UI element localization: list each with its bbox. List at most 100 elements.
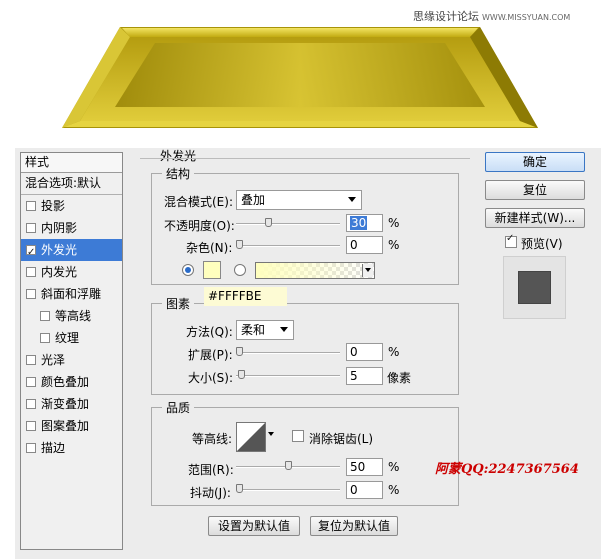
author-annotation: 阿蒙QQ:2247367564 [435, 462, 579, 477]
noise-label: 杂色(N): [186, 241, 233, 255]
size-slider[interactable] [236, 375, 340, 377]
noise-slider-thumb[interactable] [236, 240, 243, 249]
style-item-checkbox[interactable] [26, 355, 36, 365]
blend-mode-select[interactable]: 叠加 [236, 190, 362, 210]
panel-title: 外发光 [160, 149, 197, 163]
style-item[interactable]: 内阴影 [21, 217, 122, 239]
panel-title-rule [140, 158, 470, 159]
set-default-button[interactable]: 设置为默认值 [208, 516, 300, 536]
style-item[interactable]: 描边 [21, 437, 122, 459]
blending-options-item[interactable]: 混合选项:默认 [21, 173, 122, 195]
style-item-checkbox[interactable] [26, 399, 36, 409]
style-item[interactable]: 投影 [21, 195, 122, 217]
style-item[interactable]: 纹理 [21, 327, 122, 349]
noise-field[interactable]: 0 [346, 236, 383, 254]
style-item-label: 内发光 [41, 265, 78, 279]
size-slider-thumb[interactable] [237, 370, 245, 379]
style-item-label: 光泽 [41, 353, 66, 367]
gold-bevel-artwork [62, 27, 538, 128]
opacity-field[interactable]: 30 [346, 214, 383, 232]
style-preview [503, 256, 566, 319]
chevron-down-icon [280, 327, 288, 332]
style-item[interactable]: 光泽 [21, 349, 122, 371]
style-item[interactable]: 图案叠加 [21, 415, 122, 437]
size-label: 大小(S): [188, 371, 234, 385]
style-item-label: 渐变叠加 [41, 397, 90, 411]
chevron-down-icon [365, 268, 371, 272]
style-item-label: 描边 [41, 441, 66, 455]
style-item[interactable]: 颜色叠加 [21, 371, 122, 393]
style-items: 投影内阴影外发光内发光斜面和浮雕等高线纹理光泽颜色叠加渐变叠加图案叠加描边 [21, 195, 122, 459]
spread-slider[interactable] [236, 352, 340, 354]
style-item-label: 斜面和浮雕 [41, 287, 102, 301]
gradient-dropdown-button[interactable] [362, 264, 373, 277]
jitter-unit: % [388, 483, 400, 497]
reset-button[interactable]: 复位 [485, 180, 585, 200]
style-item-checkbox[interactable] [26, 223, 36, 233]
style-item-label: 图案叠加 [41, 419, 90, 433]
spread-unit: % [388, 345, 400, 359]
jitter-slider[interactable] [236, 489, 340, 491]
spread-slider-thumb[interactable] [236, 347, 243, 356]
new-style-button[interactable]: 新建样式(W)... [485, 208, 585, 228]
opacity-slider[interactable] [236, 223, 340, 225]
color-radio[interactable] [182, 264, 194, 276]
blend-mode-label: 混合模式(E): [164, 195, 233, 209]
spread-label: 扩展(P): [188, 348, 233, 362]
noise-slider[interactable] [236, 245, 340, 247]
elements-legend: 图素 [162, 295, 195, 312]
preview-label: 预览(V) [521, 237, 563, 251]
preview-swatch [518, 271, 551, 304]
style-item[interactable]: 外发光 [21, 239, 122, 264]
gradient-radio[interactable] [234, 264, 246, 276]
opacity-slider-thumb[interactable] [265, 218, 273, 227]
reset-default-button[interactable]: 复位为默认值 [310, 516, 398, 536]
antialias-checkbox[interactable] [292, 430, 304, 442]
opacity-unit: % [388, 216, 400, 230]
style-item-checkbox[interactable] [40, 333, 50, 343]
style-item[interactable]: 斜面和浮雕 [21, 283, 122, 305]
style-item-checkbox[interactable] [26, 421, 36, 431]
style-item-label: 等高线 [55, 309, 92, 323]
gradient-picker[interactable] [255, 262, 375, 279]
technique-value: 柔和 [241, 323, 266, 337]
style-item-checkbox[interactable] [40, 311, 50, 321]
style-item-checkbox[interactable] [26, 377, 36, 387]
range-field[interactable]: 50 [346, 458, 383, 476]
style-item[interactable]: 内发光 [21, 261, 122, 283]
opacity-label: 不透明度(O): [164, 219, 235, 233]
style-item-checkbox[interactable] [26, 242, 36, 264]
preview-checkbox[interactable] [505, 233, 517, 248]
noise-unit: % [388, 238, 400, 252]
ok-button[interactable]: 确定 [485, 152, 585, 172]
style-item[interactable]: 等高线 [21, 305, 122, 327]
technique-label: 方法(Q): [186, 325, 233, 339]
style-item-label: 投影 [41, 199, 66, 213]
style-item-checkbox[interactable] [26, 267, 36, 277]
range-slider-thumb[interactable] [284, 461, 292, 470]
jitter-field[interactable]: 0 [346, 481, 383, 499]
style-list: 样式 混合选项:默认 投影内阴影外发光内发光斜面和浮雕等高线纹理光泽颜色叠加渐变… [20, 152, 123, 550]
size-field[interactable]: 5 [346, 367, 383, 385]
style-list-header: 样式 [21, 153, 122, 173]
style-item-label: 纹理 [55, 331, 80, 345]
style-item-checkbox[interactable] [26, 201, 36, 211]
structure-legend: 结构 [162, 165, 195, 182]
style-item[interactable]: 渐变叠加 [21, 393, 122, 415]
spread-field[interactable]: 0 [346, 343, 383, 361]
jitter-label: 抖动(J): [190, 486, 231, 500]
glow-color-swatch[interactable] [203, 261, 221, 279]
technique-select[interactable]: 柔和 [236, 320, 294, 340]
range-unit: % [388, 460, 400, 474]
blend-mode-value: 叠加 [241, 193, 266, 207]
chevron-down-icon[interactable] [268, 432, 274, 436]
jitter-slider-thumb[interactable] [236, 484, 243, 493]
contour-preview[interactable] [236, 422, 266, 452]
watermark: 思缘设计论坛 WWW.MISSYUAN.COM [413, 10, 571, 23]
style-item-checkbox[interactable] [26, 443, 36, 453]
style-item-checkbox[interactable] [26, 289, 36, 299]
antialias-label: 消除锯齿(L) [309, 432, 374, 446]
style-item-label: 内阴影 [41, 221, 78, 235]
color-hex-tooltip: #FFFFBE [204, 287, 287, 306]
contour-label: 等高线: [192, 432, 233, 446]
